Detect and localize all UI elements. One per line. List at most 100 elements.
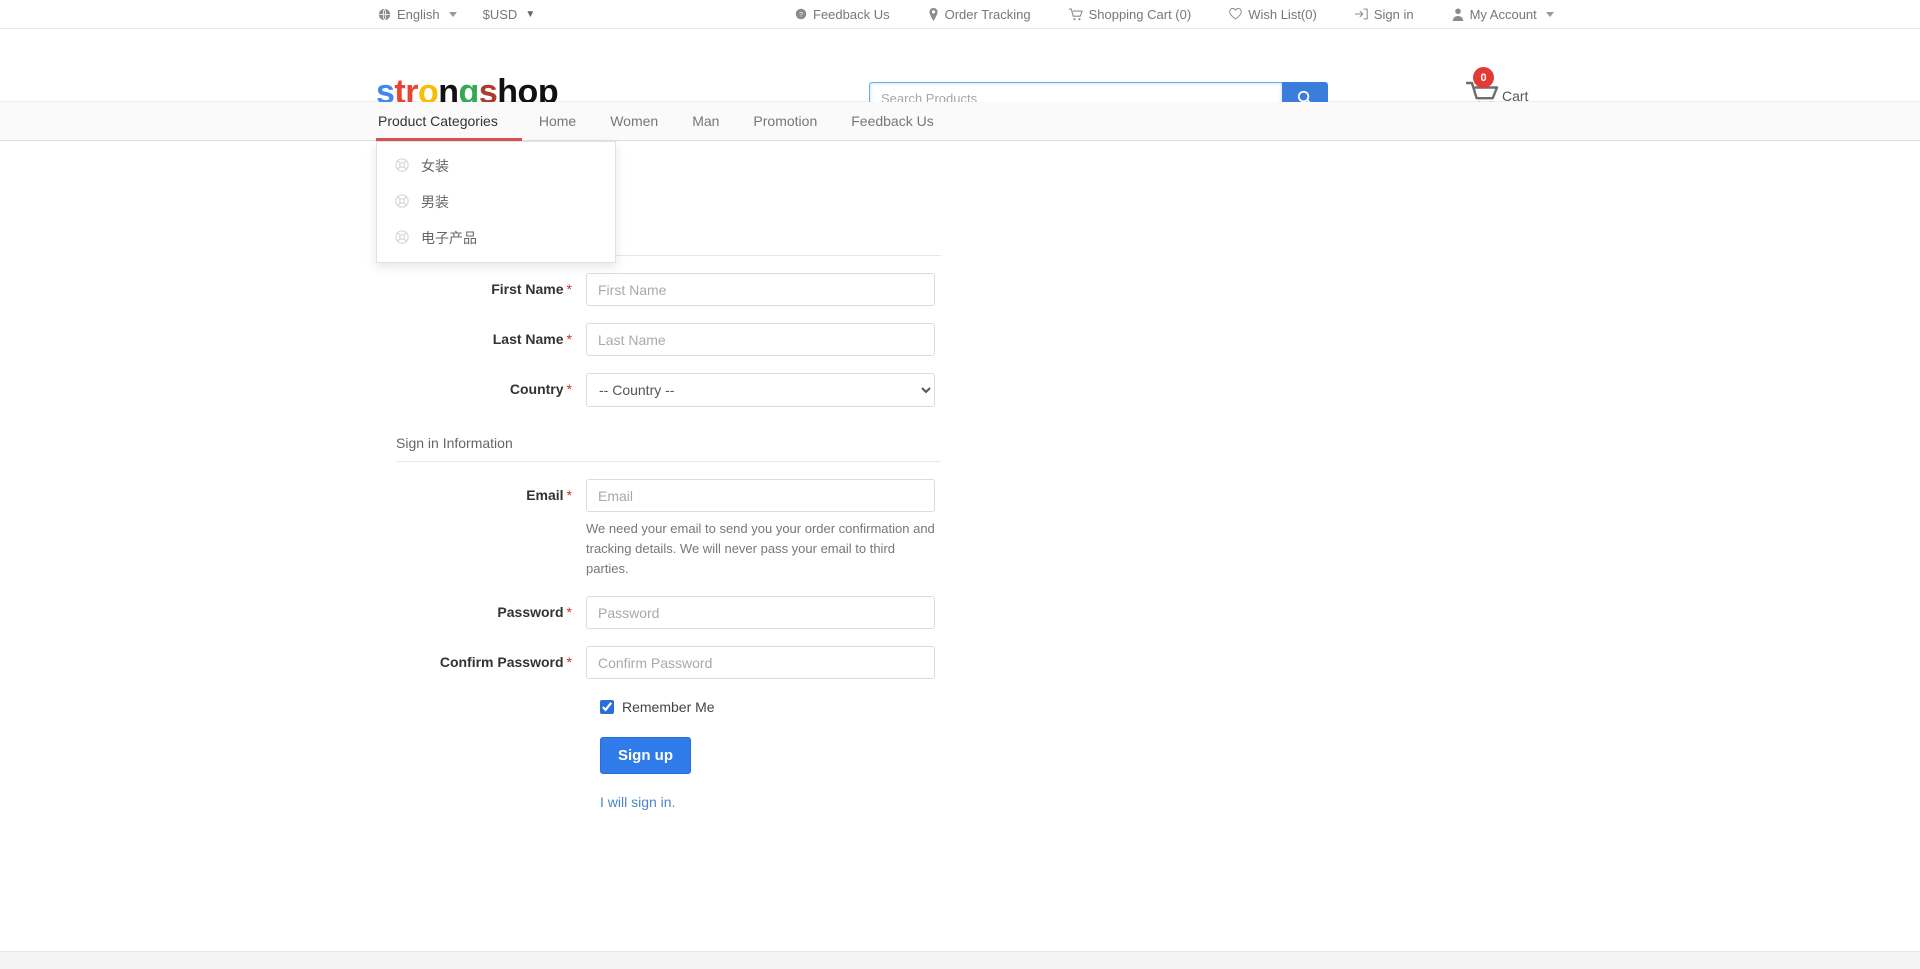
password-label: Password* bbox=[396, 596, 586, 620]
last-name-input[interactable] bbox=[586, 323, 935, 356]
site-header: strongshop 0 Cart bbox=[0, 29, 1920, 102]
question-circle-icon: ? bbox=[795, 8, 807, 20]
sign-in-label: Sign in bbox=[1374, 7, 1414, 22]
sign-in-link[interactable]: Sign in bbox=[1355, 7, 1414, 22]
i-will-sign-in-link[interactable]: I will sign in. bbox=[600, 794, 941, 810]
map-marker-icon bbox=[928, 8, 939, 21]
required-marker: * bbox=[567, 381, 572, 397]
last-name-field-wrap bbox=[586, 323, 941, 356]
confirm-password-input[interactable] bbox=[586, 646, 935, 679]
topbar-left-group: English $USD ▼ bbox=[378, 7, 535, 22]
category-circle-icon bbox=[395, 194, 409, 211]
sign-in-icon bbox=[1355, 8, 1368, 20]
feedback-us-label: Feedback Us bbox=[813, 7, 890, 22]
first-name-field-wrap bbox=[586, 273, 941, 306]
shopping-cart-icon bbox=[1069, 8, 1083, 21]
feedback-us-link[interactable]: ? Feedback Us bbox=[795, 7, 890, 22]
my-account-label: My Account bbox=[1470, 7, 1537, 22]
dropdown-item-label: 女装 bbox=[421, 156, 449, 176]
currency-label: $USD bbox=[483, 7, 518, 22]
required-marker: * bbox=[567, 281, 572, 297]
nav-item-label: Feedback Us bbox=[851, 113, 933, 129]
section-signin-information: Sign in Information bbox=[396, 407, 941, 462]
first-name-label-text: First Name bbox=[491, 281, 563, 297]
email-label: Email* bbox=[396, 479, 586, 503]
dropdown-item-1[interactable]: 男装 bbox=[377, 184, 615, 220]
footer-strip bbox=[0, 951, 1920, 969]
page-title: Create an Account bbox=[396, 167, 1920, 201]
sign-up-button[interactable]: Sign up bbox=[600, 737, 691, 774]
chevron-down-icon bbox=[449, 12, 457, 17]
product-categories-dropdown: 女装男装电子产品 bbox=[376, 141, 616, 263]
password-input[interactable] bbox=[586, 596, 935, 629]
country-field-wrap: -- Country -- bbox=[586, 373, 941, 407]
topbar-right-group: ? Feedback Us Order Tracking Shopping Ca… bbox=[795, 7, 1554, 22]
nav-item-women[interactable]: Women bbox=[593, 102, 675, 140]
nav-item-feedback-us[interactable]: Feedback Us bbox=[834, 102, 950, 140]
first-name-label: First Name* bbox=[396, 273, 586, 297]
nav-item-label: Man bbox=[692, 113, 719, 129]
category-circle-icon bbox=[395, 158, 409, 175]
wish-list-label: Wish List(0) bbox=[1248, 7, 1317, 22]
nav-item-product-categories[interactable]: Product Categories bbox=[376, 102, 522, 140]
wish-list-link[interactable]: Wish List(0) bbox=[1229, 7, 1317, 22]
required-marker: * bbox=[567, 604, 572, 620]
remember-me-row: Remember Me bbox=[586, 699, 941, 715]
chevron-down-icon: ▼ bbox=[525, 9, 535, 20]
required-marker: * bbox=[567, 654, 572, 670]
field-row-first-name: First Name* bbox=[396, 273, 941, 306]
nav-item-label: Product Categories bbox=[378, 113, 498, 129]
language-label: English bbox=[397, 7, 440, 22]
dropdown-item-2[interactable]: 电子产品 bbox=[377, 220, 615, 256]
my-account-menu[interactable]: My Account bbox=[1452, 7, 1554, 22]
email-label-text: Email bbox=[526, 487, 563, 503]
user-icon bbox=[1452, 8, 1464, 21]
confirm-password-label-text: Confirm Password bbox=[440, 654, 564, 670]
required-marker: * bbox=[567, 487, 572, 503]
currency-selector[interactable]: $USD ▼ bbox=[483, 7, 536, 22]
email-input[interactable] bbox=[586, 479, 935, 512]
email-help-text: We need your email to send you your orde… bbox=[586, 519, 935, 579]
shopping-cart-link[interactable]: Shopping Cart (0) bbox=[1069, 7, 1192, 22]
field-row-confirm-password: Confirm Password* bbox=[396, 646, 941, 679]
confirm-password-field-wrap bbox=[586, 646, 941, 679]
field-row-password: Password* bbox=[396, 596, 941, 629]
email-field-wrap: We need your email to send you your orde… bbox=[586, 479, 941, 579]
password-label-text: Password bbox=[497, 604, 563, 620]
required-marker: * bbox=[567, 331, 572, 347]
field-row-country: Country* -- Country -- bbox=[396, 373, 941, 407]
top-utility-bar: English $USD ▼ ? Feedback Us Order Track… bbox=[0, 0, 1920, 29]
first-name-input[interactable] bbox=[586, 273, 935, 306]
country-label-text: Country bbox=[510, 381, 564, 397]
nav-item-home[interactable]: Home bbox=[522, 102, 593, 140]
main-content: Create an Account Personal Information F… bbox=[0, 141, 1920, 810]
nav-item-promotion[interactable]: Promotion bbox=[736, 102, 834, 140]
nav-item-label: Promotion bbox=[753, 113, 817, 129]
order-tracking-link[interactable]: Order Tracking bbox=[928, 7, 1031, 22]
dropdown-item-label: 电子产品 bbox=[421, 228, 477, 248]
confirm-password-label: Confirm Password* bbox=[396, 646, 586, 670]
order-tracking-label: Order Tracking bbox=[945, 7, 1031, 22]
category-circle-icon bbox=[395, 230, 409, 247]
dropdown-item-0[interactable]: 女装 bbox=[377, 148, 615, 184]
shopping-cart-label: Shopping Cart (0) bbox=[1089, 7, 1192, 22]
nav-item-label: Home bbox=[539, 113, 576, 129]
remember-me-label[interactable]: Remember Me bbox=[622, 699, 715, 715]
svg-text:?: ? bbox=[799, 12, 803, 19]
main-navigation: Product Categories Home Women Man Promotion F… bbox=[0, 102, 1920, 141]
dropdown-item-label: 男装 bbox=[421, 192, 449, 212]
nav-item-label: Women bbox=[610, 113, 658, 129]
chevron-down-icon bbox=[1546, 12, 1554, 17]
country-label: Country* bbox=[396, 373, 586, 397]
country-select[interactable]: -- Country -- bbox=[586, 373, 935, 407]
globe-icon bbox=[378, 8, 391, 21]
cart-count-badge: 0 bbox=[1473, 67, 1494, 88]
last-name-label-text: Last Name bbox=[493, 331, 564, 347]
language-selector[interactable]: English bbox=[378, 7, 457, 22]
nav-item-man[interactable]: Man bbox=[675, 102, 736, 140]
password-field-wrap bbox=[586, 596, 941, 629]
remember-me-checkbox[interactable] bbox=[600, 700, 614, 714]
heart-icon bbox=[1229, 8, 1242, 20]
field-row-email: Email* We need your email to send you yo… bbox=[396, 479, 941, 579]
page-root: English $USD ▼ ? Feedback Us Order Track… bbox=[0, 0, 1920, 969]
